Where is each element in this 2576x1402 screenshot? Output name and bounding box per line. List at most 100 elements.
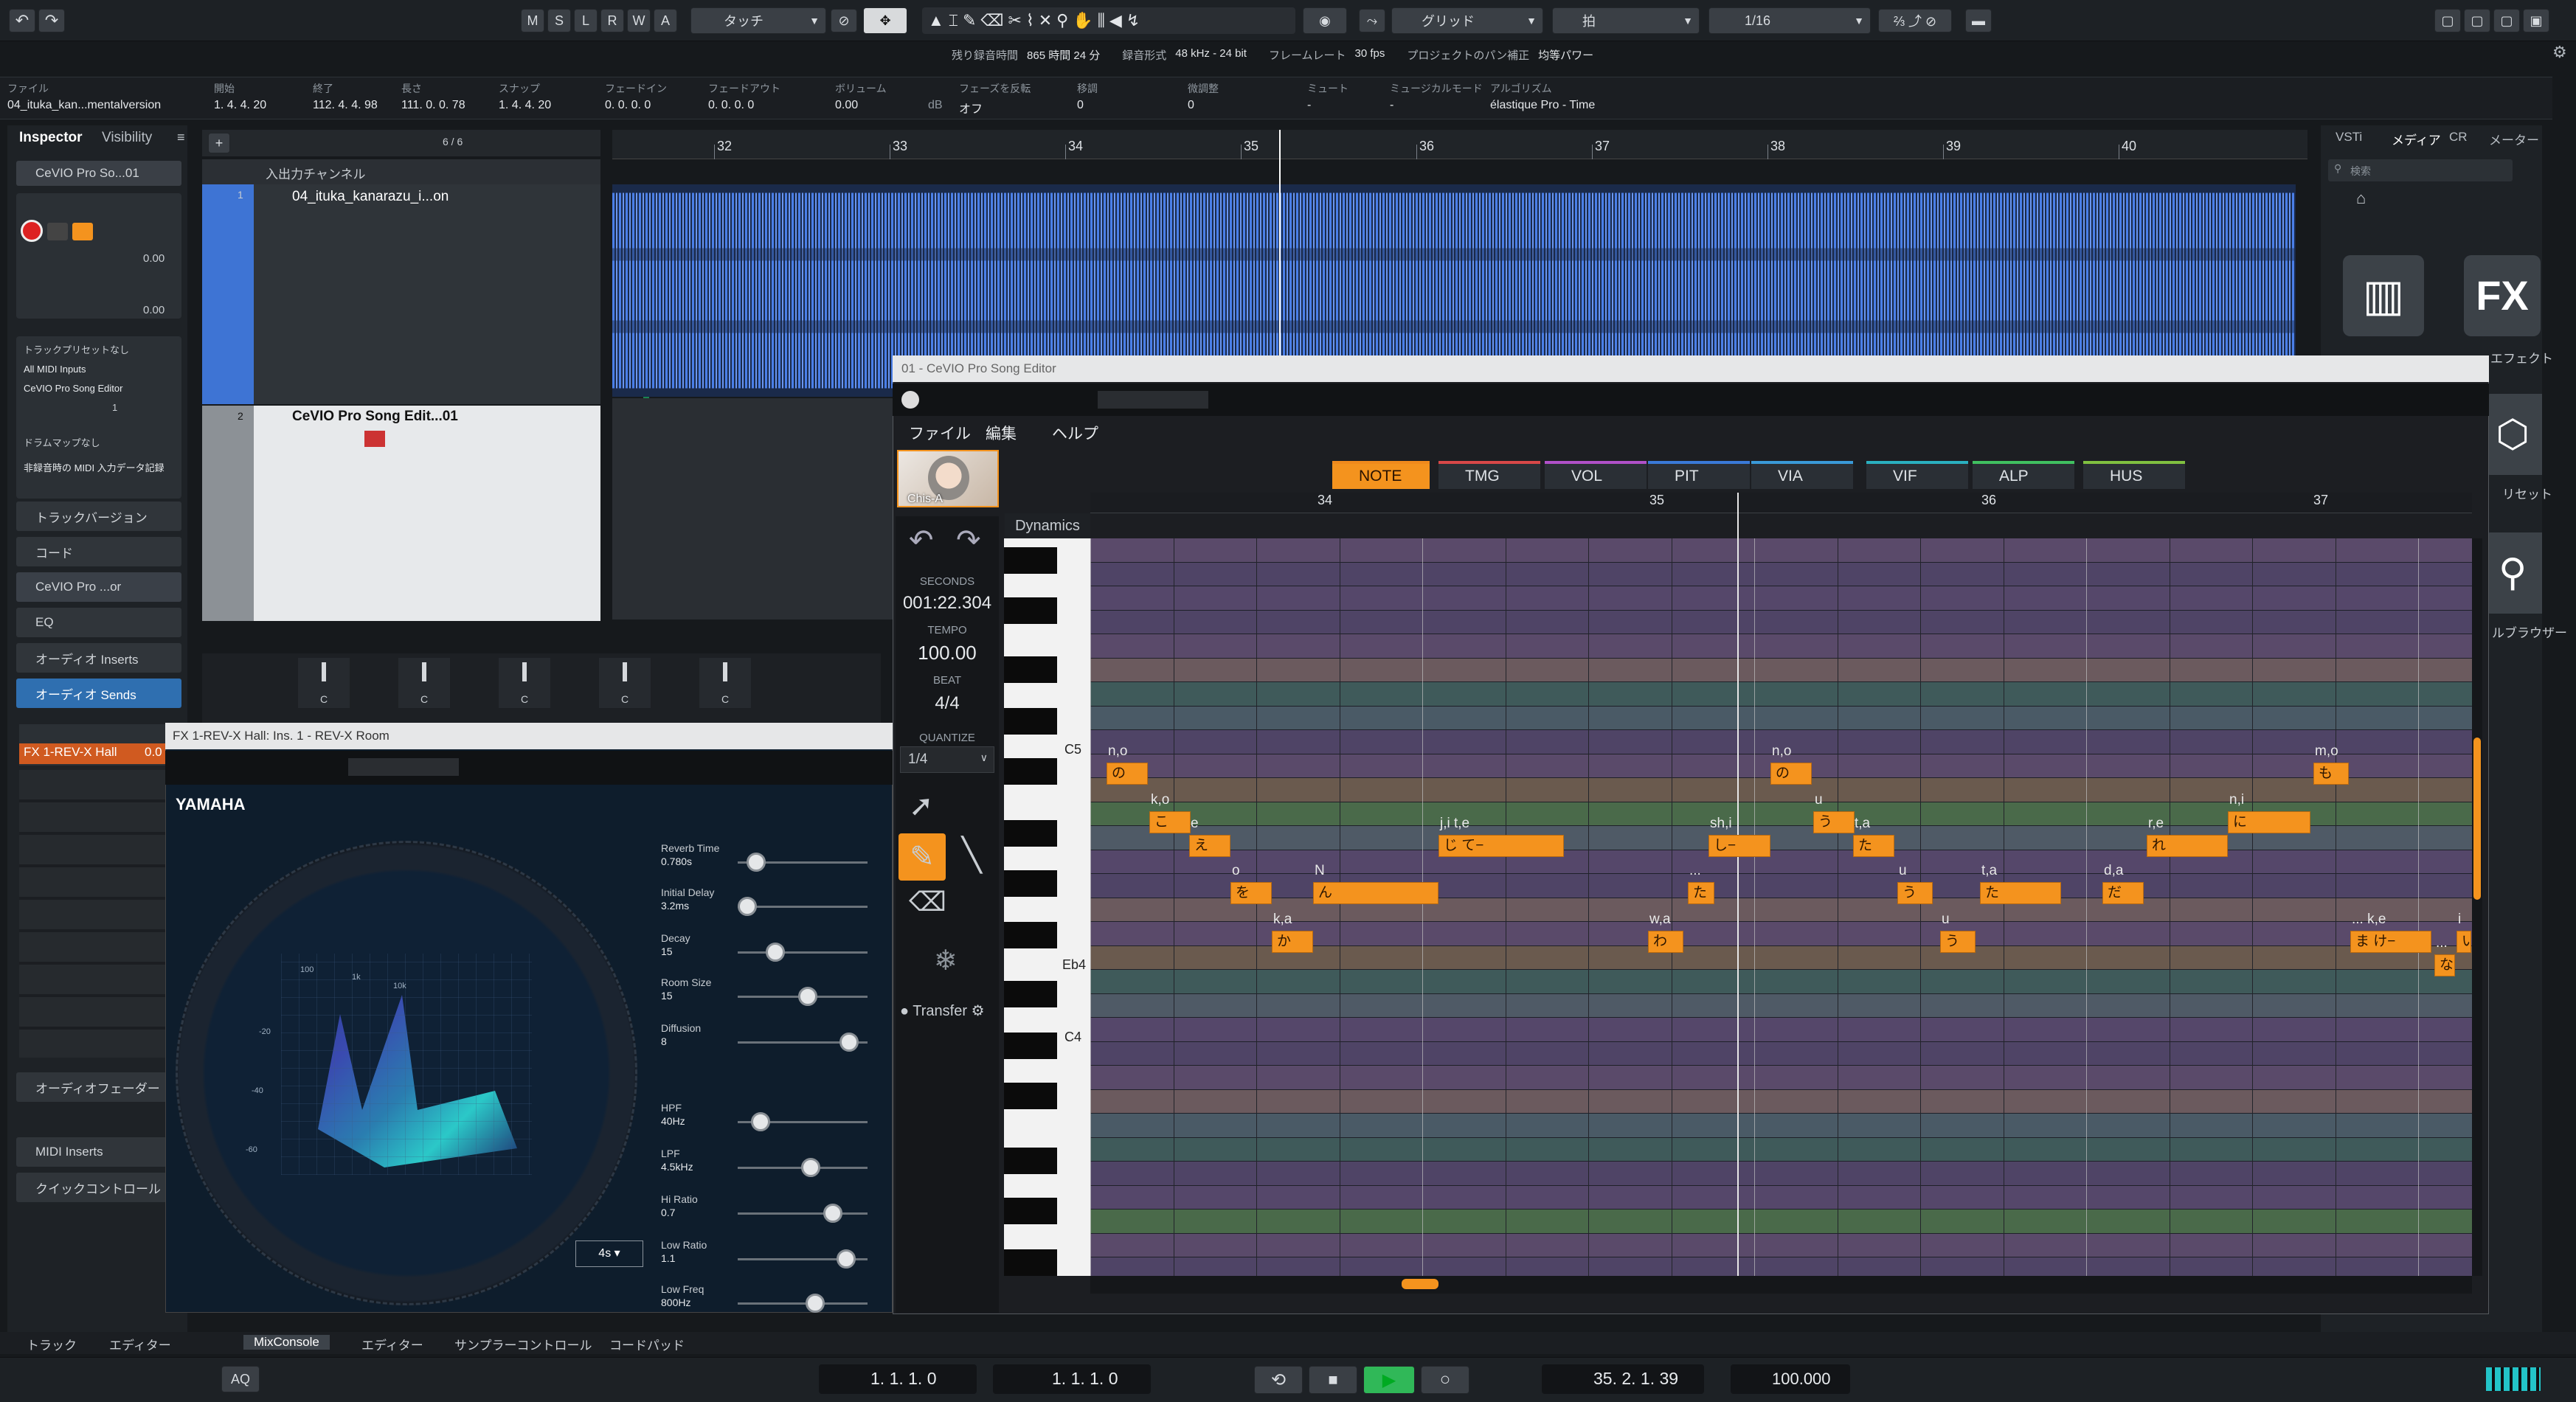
param-knob-0[interactable]	[747, 853, 766, 872]
pan-knob-icon[interactable]	[422, 662, 426, 681]
monitor-button[interactable]	[47, 223, 68, 240]
tab-via[interactable]: VIA	[1751, 461, 1853, 489]
write-all-button[interactable]: W	[627, 9, 651, 32]
split-tool-icon[interactable]: ✂	[1008, 11, 1022, 30]
position-display[interactable]: 35. 2. 1. 39	[1542, 1364, 1704, 1394]
black-key[interactable]	[1004, 1083, 1057, 1109]
note-21[interactable]: な	[2434, 954, 2455, 976]
zoom-tool-icon[interactable]: ⚲	[1056, 11, 1068, 30]
media-search[interactable]: 検索 ⚲	[2328, 159, 2513, 181]
black-key[interactable]	[1004, 708, 1057, 735]
info-value-5[interactable]: 0. 0. 0. 0	[605, 99, 651, 112]
track-preset[interactable]: トラックプリセットなし	[24, 341, 174, 360]
snap-type-select[interactable]: グリッド ▼	[1391, 7, 1543, 34]
layout-left-button[interactable]: ▢	[2434, 9, 2461, 32]
glue-tool-icon[interactable]: ⌇	[1026, 11, 1034, 30]
quantize-select[interactable]: 1/4 ∨	[900, 746, 994, 773]
eraser-tool-icon[interactable]: ⌫	[909, 886, 946, 917]
section-audio-sends[interactable]: オーディオ Sends	[16, 679, 181, 708]
info-value-12[interactable]: -	[1390, 99, 1393, 112]
drum-map[interactable]: ドラムマップなし	[24, 434, 174, 453]
black-key[interactable]	[1004, 597, 1057, 624]
tab-hus[interactable]: HUS	[2083, 461, 2185, 489]
black-key[interactable]	[1004, 922, 1057, 948]
timeline-ruler[interactable]	[612, 130, 2307, 159]
time-select[interactable]: 4s ▾	[575, 1240, 643, 1267]
black-key[interactable]	[1004, 1033, 1057, 1059]
midi-record-mode[interactable]: 非録音時の MIDI 入力データ記録	[24, 459, 174, 478]
info-value-13[interactable]: élastique Pro - Time	[1490, 99, 1595, 112]
mute-all-button[interactable]: M	[521, 9, 544, 32]
scroll-thumb[interactable]	[1402, 1279, 1438, 1289]
black-key[interactable]	[1004, 1249, 1057, 1276]
param-knob-5[interactable]	[751, 1112, 770, 1131]
record-transport-button[interactable]: ○	[1421, 1366, 1469, 1394]
preset-field[interactable]	[348, 758, 459, 776]
mute-tool-icon[interactable]: ✕	[1039, 11, 1052, 30]
section-audio-fader[interactable]: オーディオフェーダー	[16, 1072, 181, 1102]
inspector-tab[interactable]: Inspector	[19, 130, 83, 146]
tab-pit[interactable]: PIT	[1648, 461, 1750, 489]
note-17[interactable]: れ	[2147, 835, 2228, 857]
note-5[interactable]: ん	[1313, 882, 1438, 904]
info-value-10[interactable]: 0	[1188, 99, 1194, 112]
note-9[interactable]: わ	[1648, 931, 1683, 953]
undo-button[interactable]: ↶	[9, 9, 35, 32]
note-16[interactable]: だ	[2102, 882, 2144, 904]
undo-icon[interactable]: ↶	[909, 524, 934, 558]
preset-field[interactable]	[1098, 391, 1208, 409]
section-track-versions[interactable]: トラックバージョン	[16, 502, 181, 531]
section-eq[interactable]: EQ	[16, 608, 181, 637]
select-tool-icon[interactable]: ▲	[928, 11, 944, 30]
midi-channel[interactable]: 1	[24, 398, 174, 417]
gear-icon[interactable]: ⚙	[2552, 43, 2567, 62]
black-key[interactable]	[1004, 1198, 1057, 1224]
note-20[interactable]: ま け−	[2350, 931, 2431, 953]
note-13[interactable]: う	[1897, 882, 1933, 904]
note-12[interactable]: た	[1853, 835, 1894, 857]
bottom-tab-2[interactable]: MixConsole	[243, 1335, 330, 1350]
pencil-tool-icon[interactable]: ✎	[963, 11, 976, 30]
quantize-apply-button[interactable]: ⅔ ⤴ ⊘	[1878, 9, 1952, 32]
window-layout-button[interactable]: ▬	[1965, 9, 1992, 32]
layout-right-button[interactable]: ▢	[2493, 9, 2520, 32]
param-knob-3[interactable]	[798, 987, 817, 1006]
pan-knob-icon[interactable]	[522, 662, 527, 681]
beat-value[interactable]: 4/4	[896, 693, 999, 714]
info-value-8[interactable]: オフ	[959, 99, 983, 117]
right-tab-0[interactable]: VSTi	[2336, 130, 2362, 145]
record-button[interactable]	[364, 431, 385, 447]
freeze-icon[interactable]: ❄	[934, 944, 958, 977]
singer-avatar[interactable]: Chis-A	[897, 450, 999, 507]
presets-tile[interactable]: ⬡	[2483, 394, 2542, 475]
scroll-thumb[interactable]	[2473, 738, 2481, 900]
note-22[interactable]: い	[2456, 931, 2471, 953]
menu-0[interactable]: ファイル	[909, 422, 971, 444]
black-key[interactable]	[1004, 656, 1057, 683]
auto-scroll-button[interactable]: ⊘	[831, 9, 857, 32]
play-button[interactable]: ▶	[1363, 1366, 1415, 1394]
effects-tile[interactable]: FX	[2464, 255, 2541, 336]
section-chords[interactable]: コード	[16, 537, 181, 566]
note-10[interactable]: の	[1770, 763, 1812, 785]
param-knob-2[interactable]	[766, 943, 785, 962]
redo-icon[interactable]: ↷	[956, 524, 981, 558]
menu-2[interactable]: ヘルプ	[1052, 422, 1098, 444]
home-icon[interactable]: ⌂	[2356, 189, 2366, 208]
record-button[interactable]	[21, 220, 43, 242]
tab-note[interactable]: NOTE	[1332, 461, 1430, 489]
color-button[interactable]: ◉	[1303, 7, 1347, 34]
power-icon[interactable]	[901, 391, 919, 409]
bottom-tab-3[interactable]: エディター	[361, 1335, 423, 1353]
note-19[interactable]: も	[2313, 763, 2349, 785]
note-0[interactable]: の	[1107, 763, 1148, 785]
listen-all-button[interactable]: L	[574, 9, 598, 32]
layout-bottom-button[interactable]: ▢	[2464, 9, 2490, 32]
inspector-track-name[interactable]: CeVIO Pro So...01	[16, 161, 181, 186]
pencil-tool-icon[interactable]: ✎	[899, 833, 946, 881]
comp-tool-icon[interactable]: ⫼	[1098, 11, 1105, 30]
menu-icon[interactable]: ≡	[177, 130, 185, 145]
bottom-tab-1[interactable]: エディター	[109, 1335, 171, 1353]
vst-instruments-tile[interactable]: ▥	[2343, 255, 2424, 336]
note-3[interactable]: を	[1230, 882, 1272, 904]
